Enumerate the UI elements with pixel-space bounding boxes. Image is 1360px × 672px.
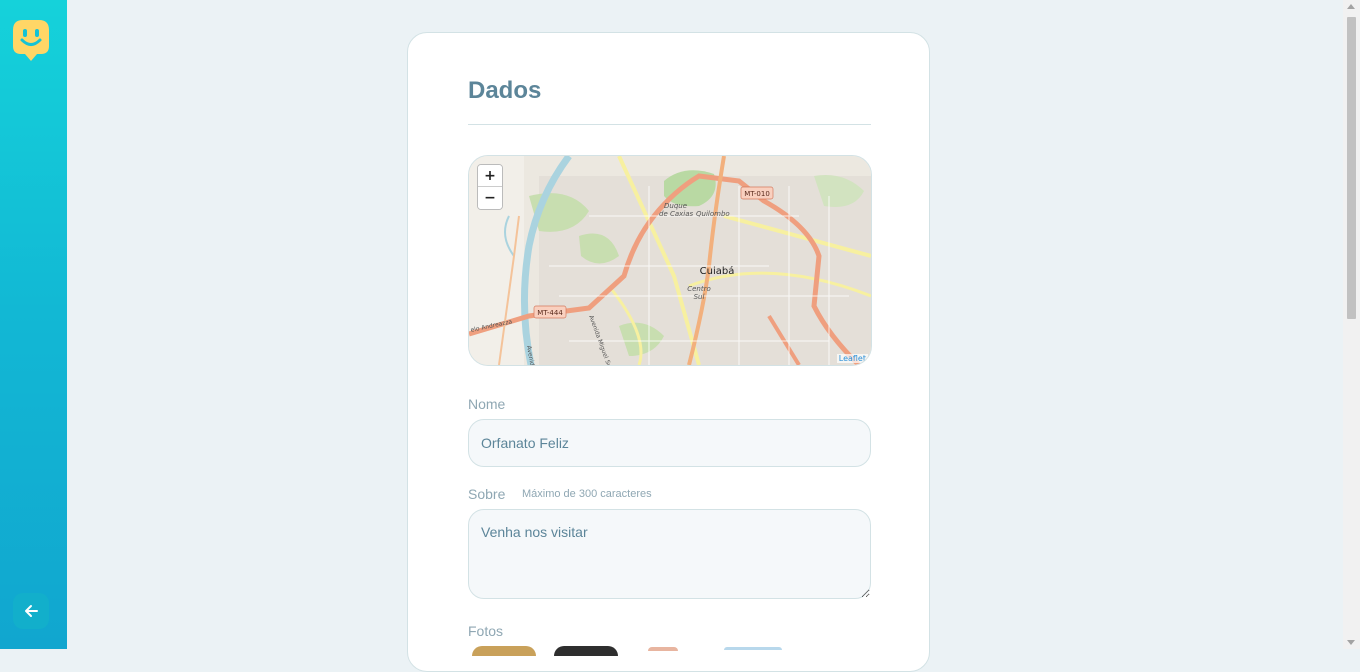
photos-label: Fotos (468, 623, 504, 639)
sidebar (0, 0, 67, 649)
title-divider (468, 124, 871, 125)
about-textarea[interactable]: Venha nos visitar (468, 509, 871, 599)
name-input[interactable] (468, 419, 871, 467)
map-place-duque: Duque (664, 202, 687, 210)
name-label: Nome (468, 396, 506, 412)
map-place-de-caxias: de Caxias (659, 210, 694, 218)
section-title: Dados (468, 77, 542, 104)
map-place-sul: Sul (694, 293, 705, 301)
map-tiles: MT-010 MT-444 Avenida Miguel Sutil elo A… (469, 156, 871, 365)
photo-thumbnail (554, 646, 618, 656)
photo-thumbnail (648, 647, 678, 651)
map-road-mt010: MT-010 (744, 190, 770, 198)
scrollbar-thumb[interactable] (1347, 17, 1356, 319)
happy-logo-icon (13, 20, 49, 61)
page-scrollbar[interactable] (1343, 0, 1360, 649)
location-map[interactable]: MT-010 MT-444 Avenida Miguel Sutil elo A… (468, 155, 872, 366)
map-zoom-control: + − (477, 164, 503, 210)
map-attribution-link[interactable]: Leaflet (836, 354, 868, 363)
edit-form-card: Dados MT-010 MT-444 Avenida Miguel Sutil… (407, 32, 930, 672)
scroll-down-arrow-icon[interactable] (1347, 640, 1355, 645)
map-place-quilombo: Quilombo (696, 210, 730, 218)
photo-thumbnail (472, 646, 536, 656)
arrow-left-icon (25, 605, 38, 617)
map-place-centro: Centro (687, 285, 711, 293)
zoom-out-button[interactable]: − (478, 187, 502, 209)
about-max-length-hint: Máximo de 300 caracteres (522, 488, 652, 500)
map-road-mt444: MT-444 (537, 309, 563, 317)
scroll-up-arrow-icon[interactable] (1347, 4, 1355, 9)
map-city-label: Cuiabá (700, 265, 735, 277)
zoom-in-button[interactable]: + (478, 165, 502, 187)
back-button[interactable] (13, 593, 49, 629)
about-label: Sobre (468, 486, 506, 502)
